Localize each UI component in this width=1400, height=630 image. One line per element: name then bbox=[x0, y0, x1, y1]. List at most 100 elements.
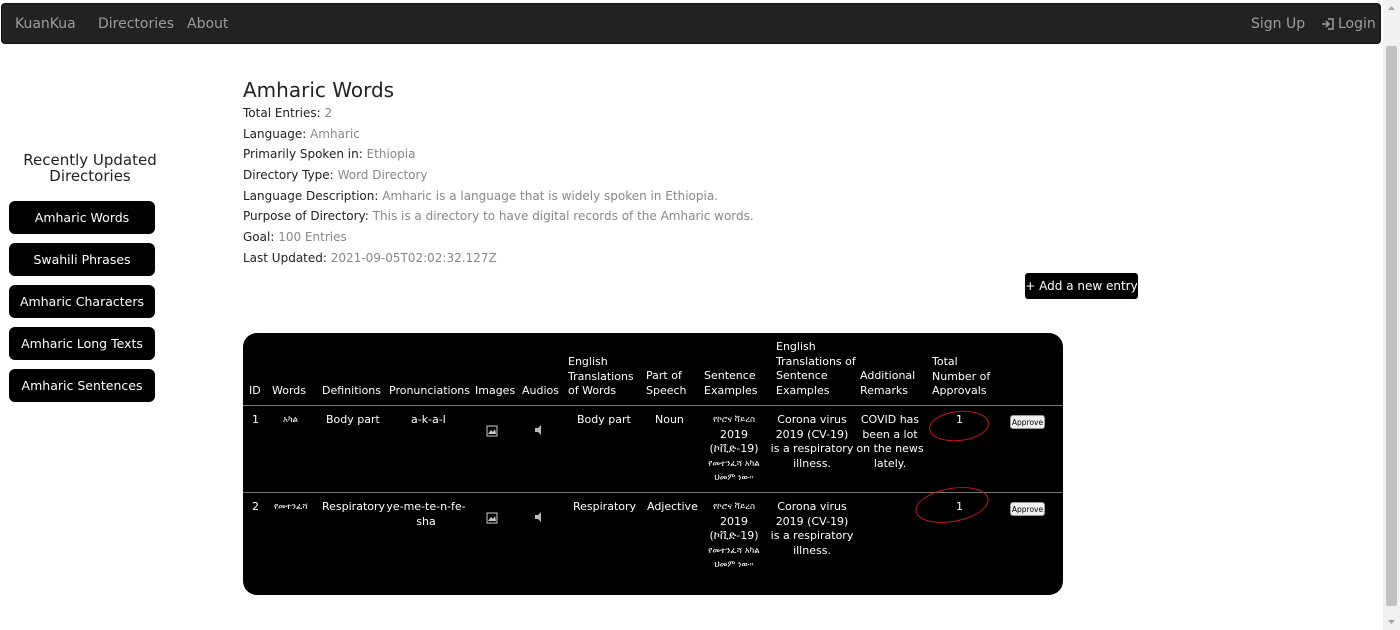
translation-line: Corona virus bbox=[777, 413, 847, 426]
sentence-line: 2019 bbox=[720, 514, 748, 528]
header-images: Images bbox=[475, 384, 516, 397]
header-id: ID bbox=[249, 384, 261, 397]
header-line: Speech bbox=[646, 383, 687, 397]
translation-line: illness. bbox=[793, 543, 831, 557]
info-label: Language: bbox=[243, 127, 307, 141]
sentence-line: የኮሮና ቫይረስ bbox=[713, 415, 755, 425]
info-purpose: Purpose of Directory: This is a director… bbox=[243, 209, 754, 223]
speaker-icon[interactable] bbox=[533, 511, 545, 523]
nav-login-link[interactable]: Login bbox=[1321, 16, 1376, 32]
header-english-translations: English Translations of Words bbox=[568, 355, 634, 399]
info-spoken-in: Primarily Spoken in: Ethiopia bbox=[243, 147, 415, 161]
sidebar-item-swahili-phrases[interactable]: Swahili Phrases bbox=[9, 243, 155, 276]
nav-signup-link[interactable]: Sign Up bbox=[1251, 16, 1305, 32]
sidebar-item-amharic-sentences[interactable]: Amharic Sentences bbox=[9, 369, 155, 402]
info-goal: Goal: 100 Entries bbox=[243, 230, 347, 244]
header-line: Sentence bbox=[776, 369, 828, 382]
row-definition: Respiratory bbox=[322, 500, 386, 513]
info-value: 2 bbox=[324, 106, 333, 120]
info-last-updated: Last Updated: 2021-09-05T02:02:32.127Z bbox=[243, 251, 497, 265]
row-part-of-speech: Adjective bbox=[647, 500, 698, 513]
annotation-circle bbox=[912, 481, 992, 529]
remark-line: on the news bbox=[856, 442, 924, 455]
sidebar-item-amharic-characters[interactable]: Amharic Characters bbox=[9, 285, 155, 318]
info-value: 100 Entries bbox=[278, 230, 347, 244]
header-definitions: Definitions bbox=[322, 384, 381, 397]
image-icon[interactable] bbox=[486, 425, 498, 437]
translation-line: is a respiratory bbox=[770, 529, 854, 542]
translation-line: illness. bbox=[793, 456, 831, 470]
header-line: Number of bbox=[932, 369, 991, 383]
header-line: Examples bbox=[776, 383, 830, 397]
info-value: This is a directory to have digital reco… bbox=[372, 209, 754, 223]
header-line: Translations bbox=[568, 369, 634, 383]
info-value: 2021-09-05T02:02:32.127Z bbox=[330, 251, 497, 265]
sidebar-item-amharic-long-texts[interactable]: Amharic Long Texts bbox=[9, 327, 155, 360]
row-translation: Body part bbox=[577, 413, 631, 426]
approve-button[interactable]: Approve bbox=[1010, 502, 1045, 516]
info-value: Ethiopia bbox=[366, 147, 416, 161]
row-sentence-translation: Corona virus 2019 (CV-19) is a respirato… bbox=[770, 500, 854, 558]
header-sentence-examples: Sentence Examples bbox=[704, 369, 757, 398]
info-label: Purpose of Directory: bbox=[243, 209, 369, 223]
sentence-line: ህመም ነው። bbox=[714, 560, 754, 570]
row-sentence-translation: Corona virus 2019 (CV-19) is a respirato… bbox=[770, 413, 854, 471]
info-label: Language Description: bbox=[243, 189, 379, 203]
header-words: Words bbox=[272, 384, 307, 397]
row-pronunciation: a-k-a-l bbox=[411, 413, 446, 426]
page-title: Amharic Words bbox=[243, 78, 395, 102]
row-definition: Body part bbox=[326, 413, 380, 426]
info-language: Language: Amharic bbox=[243, 127, 360, 141]
row-id: 1 bbox=[252, 413, 259, 426]
header-divider bbox=[243, 405, 1063, 406]
login-label: Login bbox=[1338, 16, 1376, 32]
sentence-line: (ኮቪድ-19) bbox=[709, 529, 759, 542]
scrollbar-thumb[interactable] bbox=[1386, 46, 1397, 606]
header-line: English bbox=[776, 340, 816, 353]
header-line: of Words bbox=[568, 384, 617, 397]
header-part-of-speech: Part of Speech bbox=[646, 369, 687, 398]
nav-about-link[interactable]: About bbox=[187, 16, 228, 32]
row-id: 2 bbox=[252, 500, 259, 513]
login-icon bbox=[1322, 18, 1334, 30]
header-additional-remarks: Additional Remarks bbox=[860, 369, 915, 398]
add-entry-button[interactable]: + Add a new entry bbox=[1025, 273, 1138, 299]
row-word: አካል bbox=[283, 415, 298, 425]
pronunciation-line: ye-me-te-n-fe- bbox=[386, 500, 466, 513]
brand-link[interactable]: KuanKua bbox=[15, 16, 76, 32]
translation-line: is a respiratory bbox=[770, 442, 854, 455]
header-line: Remarks bbox=[860, 383, 908, 397]
sentence-line: ህመም ነው። bbox=[714, 473, 754, 483]
row-remarks: COVID has been a lot on the news lately. bbox=[855, 413, 925, 471]
sentence-line: 2019 bbox=[720, 427, 748, 441]
info-total-entries: Total Entries: 2 bbox=[243, 106, 332, 120]
entries-table: ID Words Definitions Pronunciations Imag… bbox=[243, 333, 1063, 595]
remark-line: lately. bbox=[873, 456, 907, 470]
sidebar-item-amharic-words[interactable]: Amharic Words bbox=[9, 201, 155, 234]
info-label: Primarily Spoken in: bbox=[243, 147, 363, 161]
approve-button[interactable]: Approve bbox=[1010, 415, 1045, 429]
scroll-up-arrow-icon[interactable] bbox=[1383, 0, 1400, 17]
info-label: Last Updated: bbox=[243, 251, 327, 265]
scroll-down-arrow-icon[interactable] bbox=[1383, 613, 1400, 630]
annotation-circle bbox=[927, 407, 991, 445]
vertical-scrollbar[interactable] bbox=[1383, 0, 1400, 630]
sentence-line: የኮሮና ቫይረስ bbox=[713, 502, 755, 512]
header-line: Translations of bbox=[776, 354, 856, 368]
info-label: Directory Type: bbox=[243, 168, 334, 182]
nav-directories-link[interactable]: Directories bbox=[98, 16, 174, 32]
header-line: Approvals bbox=[932, 384, 987, 397]
header-line: English bbox=[568, 355, 608, 368]
image-icon[interactable] bbox=[486, 512, 498, 524]
translation-line: 2019 (CV-19) bbox=[775, 514, 849, 528]
remark-line: COVID has bbox=[860, 413, 920, 426]
header-line: Part of bbox=[646, 369, 682, 382]
recently-updated-heading: Recently Updated Directories bbox=[23, 151, 157, 185]
speaker-icon[interactable] bbox=[533, 424, 545, 436]
header-total-approvals: Total Number of Approvals bbox=[932, 355, 990, 399]
header-line: Additional bbox=[860, 369, 916, 382]
info-language-description: Language Description: Amharic is a langu… bbox=[243, 189, 718, 203]
header-audios: Audios bbox=[522, 384, 559, 397]
sentence-line: (ኮቪድ-19) bbox=[709, 442, 759, 455]
row-word: የመተንፈሻ bbox=[274, 502, 308, 512]
